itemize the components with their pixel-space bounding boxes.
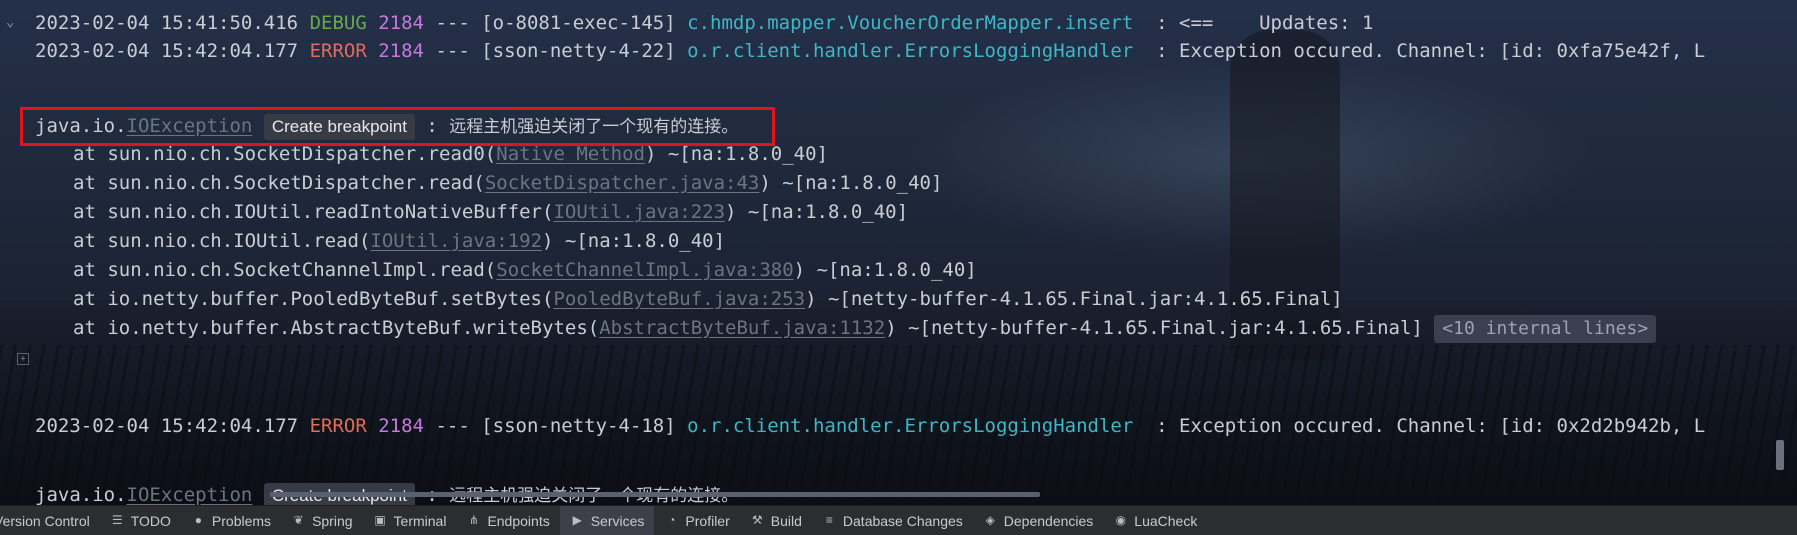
logger-link[interactable]: c.hmdp.mapper.VoucherOrderMapper.insert xyxy=(687,12,1133,34)
list-icon: ☰ xyxy=(111,513,123,527)
hammer-icon: ⚒ xyxy=(751,513,763,527)
source-link[interactable]: PooledByteBuf.java:253 xyxy=(553,288,805,310)
tool-window-spring[interactable]: ❦ Spring xyxy=(281,506,362,535)
tool-window-label: Dependencies xyxy=(1003,512,1094,529)
tool-window-bar: Version Control ☰ TODO ● Problems ❦ Spring ▣ Ter… xyxy=(0,505,1797,535)
tool-window-database-changes[interactable]: ≡ Database Changes xyxy=(812,506,973,535)
tool-window-label: LuaCheck xyxy=(1134,512,1198,529)
tool-window-dependencies[interactable]: ◈ Dependencies xyxy=(973,506,1104,535)
source-link[interactable]: AbstractByteBuf.java:1132 xyxy=(599,317,885,339)
fold-chevron-icon[interactable]: ⌄ xyxy=(6,14,14,30)
endpoints-icon: ⋔ xyxy=(468,513,479,527)
info-icon: ● xyxy=(194,513,203,527)
terminal-icon: ▣ xyxy=(374,513,386,527)
tool-window-endpoints[interactable]: ⋔ Endpoints xyxy=(456,506,559,535)
vertical-scrollbar[interactable] xyxy=(1776,440,1784,470)
source-link[interactable]: Native Method xyxy=(496,143,645,165)
source-link[interactable]: SocketChannelImpl.java:380 xyxy=(496,259,793,281)
tool-window-version-control[interactable]: Version Control xyxy=(0,506,100,535)
source-link[interactable]: IOUtil.java:223 xyxy=(553,201,725,223)
tool-window-services[interactable]: ▶ Services xyxy=(559,506,655,535)
tool-window-todo[interactable]: ☰ TODO xyxy=(100,506,181,535)
expand-icon[interactable]: + xyxy=(17,353,29,365)
tool-window-terminal[interactable]: ▣ Terminal xyxy=(363,506,457,535)
source-link[interactable]: SocketDispatcher.java:43 xyxy=(485,172,760,194)
logger-link[interactable]: o.r.client.handler.ErrorsLoggingHandler xyxy=(687,415,1133,437)
services-icon: ▶ xyxy=(572,513,582,527)
tool-window-label: Terminal xyxy=(393,512,447,529)
tool-window-profiler[interactable]: ◔ Profiler xyxy=(654,506,739,535)
logger-link[interactable]: o.r.client.handler.ErrorsLoggingHandler xyxy=(687,40,1133,62)
tool-window-label: Version Control xyxy=(0,512,90,529)
source-link[interactable]: IOUtil.java:192 xyxy=(370,230,542,252)
tool-window-problems[interactable]: ● Problems xyxy=(181,506,281,535)
luacheck-icon: ◉ xyxy=(1115,513,1127,527)
tool-window-label: Profiler xyxy=(685,512,730,529)
tool-window-label: Endpoints xyxy=(487,512,550,529)
tool-window-label: Problems xyxy=(211,512,272,529)
tool-window-label: Spring xyxy=(312,512,353,529)
log-line: 2023-02-04 15:42:04.177 ERROR 2184 --- [… xyxy=(35,415,1706,437)
leaf-icon: ❦ xyxy=(293,513,304,527)
tool-window-luacheck[interactable]: ◉ LuaCheck xyxy=(1103,506,1207,535)
stack-frame-line: at io.netty.buffer.AbstractByteBuf.write… xyxy=(73,311,1657,345)
tool-window-label: Services xyxy=(590,512,645,529)
log-line: 2023-02-04 15:42:04.177 ERROR 2184 --- [… xyxy=(35,40,1706,62)
profiler-icon: ◔ xyxy=(668,513,676,527)
tool-window-label: TODO xyxy=(130,512,171,529)
tool-window-build[interactable]: ⚒ Build xyxy=(740,506,812,535)
database-icon: ≡ xyxy=(825,513,833,527)
create-breakpoint-button[interactable]: Create breakpoint xyxy=(263,113,415,140)
tool-window-label: Database Changes xyxy=(842,512,963,529)
exception-class-link[interactable]: IOException xyxy=(127,115,253,137)
layers-icon: ◈ xyxy=(985,513,995,527)
internal-lines-fold[interactable]: <10 internal lines> xyxy=(1434,314,1657,343)
horizontal-scrollbar[interactable] xyxy=(270,492,1040,497)
tool-window-label: Build xyxy=(770,512,802,529)
exception-class-link[interactable]: IOException xyxy=(127,484,253,506)
